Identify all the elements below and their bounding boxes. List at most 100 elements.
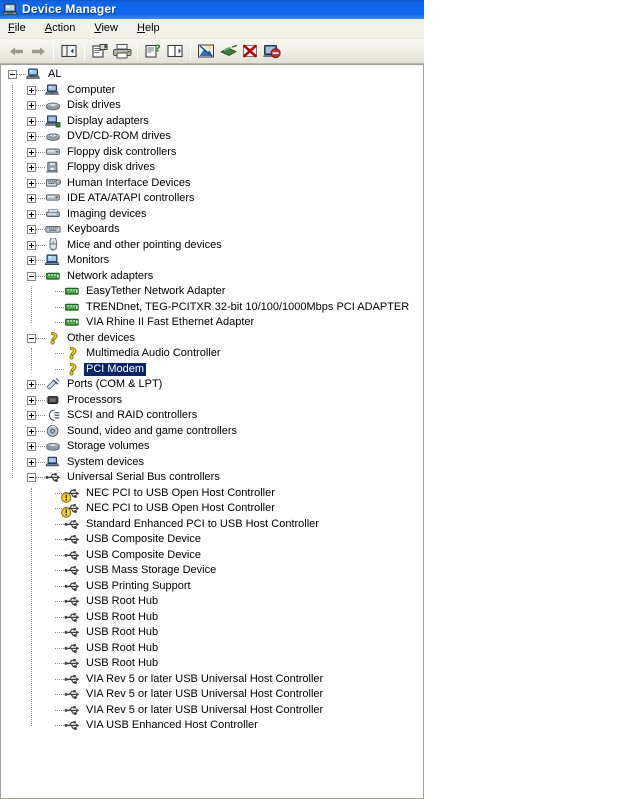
tree-item[interactable]: USB Root Hub: [1, 625, 423, 641]
usb-icon: [64, 610, 80, 625]
expand-icon[interactable]: [27, 240, 36, 250]
tree-item[interactable]: Imaging devices: [1, 207, 423, 223]
tree-item[interactable]: Monitors: [1, 253, 423, 269]
tree-connector: [55, 523, 64, 525]
expand-icon[interactable]: [27, 411, 36, 421]
tree-item-label: Floppy disk controllers: [67, 145, 177, 158]
tree-item-label: TRENDnet, TEG-PCITXR 32-bit 10/100/1000M…: [86, 300, 410, 313]
properties-button[interactable]: [89, 41, 111, 62]
tree-item[interactable]: Multimedia Audio Controller: [1, 346, 423, 362]
tree-item[interactable]: VIA Rhine II Fast Ethernet Adapter: [1, 315, 423, 331]
tree-item[interactable]: DVD/CD-ROM drives: [1, 129, 423, 145]
expand-icon[interactable]: [27, 209, 36, 219]
device-tree-pane[interactable]: AL Computer Disk drives Display adapters DVD…: [0, 64, 424, 799]
tree-item[interactable]: Universal Serial Bus controllers: [1, 470, 423, 486]
disable-button[interactable]: [261, 41, 283, 62]
print-button[interactable]: [111, 41, 133, 62]
expand-icon[interactable]: [27, 426, 36, 436]
show-hide-tree-button[interactable]: [58, 41, 80, 62]
tree-item[interactable]: Human Interface Devices: [1, 176, 423, 192]
tree-item[interactable]: NEC PCI to USB Open Host Controller: [1, 501, 423, 518]
expand-icon[interactable]: [27, 395, 36, 405]
tree-item[interactable]: IDE ATA/ATAPI controllers: [1, 191, 423, 207]
menu-action[interactable]: Action: [44, 22, 85, 35]
tree-item[interactable]: Disk drives: [1, 98, 423, 114]
expand-icon[interactable]: [27, 256, 36, 266]
collapse-icon[interactable]: [27, 333, 36, 343]
expand-icon[interactable]: [27, 457, 36, 467]
tree-item[interactable]: Computer: [1, 83, 423, 99]
tree-connector: [36, 167, 45, 169]
expand-icon[interactable]: [27, 442, 36, 452]
keyboard-icon: [45, 222, 61, 237]
uninstall-button[interactable]: [239, 41, 261, 62]
tree-item[interactable]: Floppy disk controllers: [1, 145, 423, 161]
display-adapter-icon: [45, 114, 61, 129]
tree-item[interactable]: USB Root Hub: [1, 594, 423, 610]
tree-item[interactable]: Floppy disk drives: [1, 160, 423, 176]
monitor-icon: [44, 253, 61, 268]
tree-item[interactable]: AL: [1, 67, 423, 83]
tree-item[interactable]: Sound, video and game controllers: [1, 424, 423, 440]
expand-icon[interactable]: [27, 163, 36, 173]
tree-item[interactable]: Other devices: [1, 331, 423, 347]
tree-item[interactable]: Processors: [1, 393, 423, 409]
tree-item[interactable]: Standard Enhanced PCI to USB Host Contro…: [1, 517, 423, 533]
tree-item[interactable]: VIA Rev 5 or later USB Universal Host Co…: [1, 703, 423, 719]
expand-icon[interactable]: [27, 178, 36, 188]
tree-item[interactable]: Storage volumes: [1, 439, 423, 455]
network-adapter-icon: [64, 284, 80, 299]
tree-item[interactable]: USB Root Hub: [1, 656, 423, 672]
expand-icon[interactable]: [27, 116, 36, 126]
tree-item[interactable]: System devices: [1, 455, 423, 471]
tree-item[interactable]: VIA USB Enhanced Host Controller: [1, 718, 423, 734]
tree-item[interactable]: USB Composite Device: [1, 548, 423, 564]
tree-item[interactable]: Ports (COM & LPT): [1, 377, 423, 393]
tree-item[interactable]: USB Root Hub: [1, 610, 423, 626]
menu-help[interactable]: Help: [136, 22, 169, 35]
back-button[interactable]: [5, 41, 27, 62]
tree-item[interactable]: VIA Rev 5 or later USB Universal Host Co…: [1, 672, 423, 688]
expand-icon[interactable]: [27, 194, 36, 204]
tree-item-label: NEC PCI to USB Open Host Controller: [86, 502, 275, 515]
expand-icon[interactable]: [27, 101, 36, 111]
menu-view[interactable]: View: [93, 22, 127, 35]
help-button[interactable]: ?: [142, 41, 164, 62]
expand-icon[interactable]: [27, 85, 36, 95]
tree-connector: [36, 136, 45, 138]
tree-item[interactable]: Mice and other pointing devices: [1, 236, 423, 254]
collapse-icon[interactable]: [27, 473, 36, 483]
expand-icon[interactable]: [27, 380, 36, 390]
tree-item[interactable]: Keyboards: [1, 222, 423, 238]
collapse-icon[interactable]: [27, 271, 36, 281]
tree-item[interactable]: TRENDnet, TEG-PCITXR 32-bit 10/100/1000M…: [1, 300, 423, 316]
tree-item-label: System devices: [67, 455, 145, 468]
tree-item[interactable]: Display adapters: [1, 114, 423, 130]
menu-file[interactable]: File: [7, 22, 35, 35]
scan-hardware-button[interactable]: [195, 41, 217, 62]
update-driver-button[interactable]: [217, 41, 239, 62]
tree-item[interactable]: USB Root Hub: [1, 641, 423, 657]
view-pane-button[interactable]: [164, 41, 186, 62]
tree-item[interactable]: USB Mass Storage Device: [1, 563, 423, 579]
title-bar[interactable]: Device Manager: [0, 0, 424, 19]
forward-button[interactable]: [27, 41, 49, 62]
tree-item[interactable]: USB Printing Support: [1, 579, 423, 595]
tree-item[interactable]: NEC PCI to USB Open Host Controller: [1, 486, 423, 503]
tree-item[interactable]: USB Composite Device: [1, 532, 423, 548]
tree-item[interactable]: EasyTether Network Adapter: [1, 284, 423, 300]
tree-item-selected[interactable]: PCI Modem: [1, 362, 423, 378]
expand-icon[interactable]: [27, 132, 36, 142]
network-adapter-icon: [45, 269, 61, 284]
toolbar: ?: [0, 39, 424, 64]
tree-item[interactable]: VIA Rev 5 or later USB Universal Host Co…: [1, 687, 423, 703]
usb-icon: [64, 579, 80, 594]
usb-icon: [64, 563, 80, 578]
tree-item[interactable]: Network adapters: [1, 269, 423, 285]
tree-connector: [36, 151, 45, 153]
tree-item-label: Processors: [67, 393, 123, 406]
expand-icon[interactable]: [27, 225, 36, 235]
tree-item[interactable]: SCSI and RAID controllers: [1, 408, 423, 424]
collapse-icon[interactable]: [8, 70, 17, 80]
expand-icon[interactable]: [27, 147, 36, 157]
